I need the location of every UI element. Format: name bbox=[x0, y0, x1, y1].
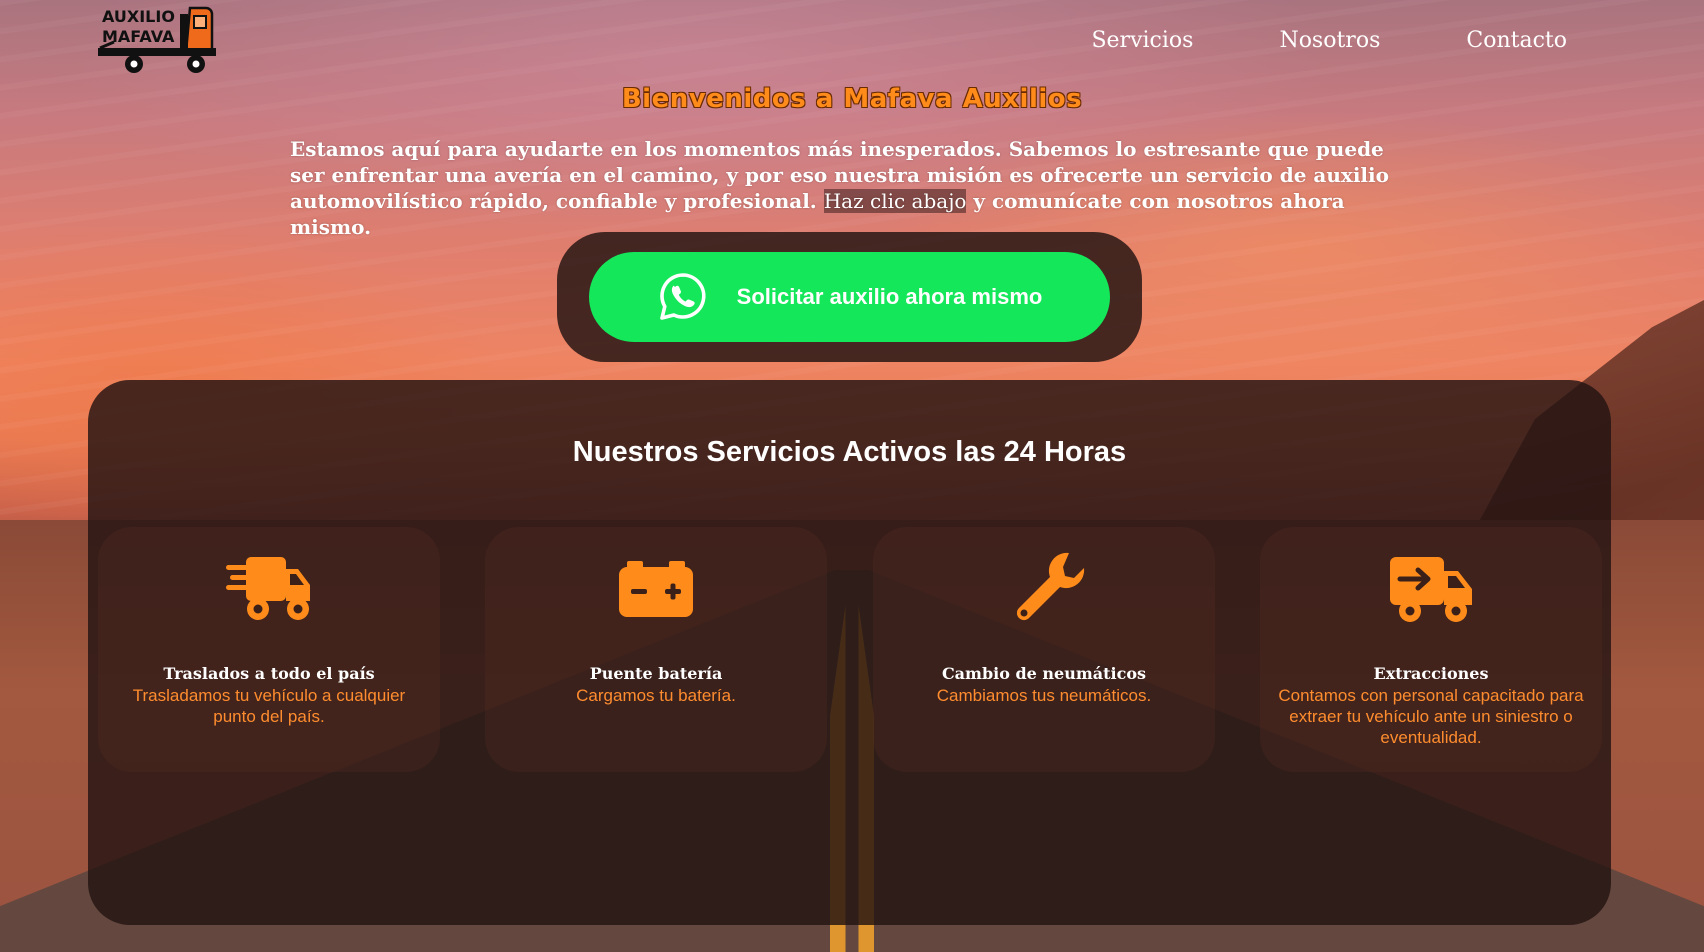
car-battery-icon bbox=[611, 547, 701, 627]
service-description: Trasladamos tu vehículo a cualquier punt… bbox=[132, 686, 406, 726]
hero-description: Estamos aquí para ayudarte en los moment… bbox=[290, 136, 1400, 240]
service-card-neumaticos: Cambio de neumáticos Cambiamos tus neumá… bbox=[873, 527, 1215, 772]
tow-truck-logo-icon: AUXILIO MAFAVA bbox=[98, 6, 216, 73]
cta-container: Solicitar auxilio ahora mismo bbox=[557, 232, 1142, 362]
hero-text-highlight: Haz clic abajo bbox=[823, 189, 967, 213]
service-description: Contamos con personal capacitado para ex… bbox=[1278, 686, 1584, 747]
whatsapp-cta-button[interactable]: Solicitar auxilio ahora mismo bbox=[589, 252, 1110, 342]
brand-logo[interactable]: AUXILIO MAFAVA bbox=[94, 4, 232, 80]
service-title: Extracciones bbox=[1373, 664, 1489, 683]
service-description: Cambiamos tus neumáticos. bbox=[936, 686, 1152, 705]
truck-fast-icon bbox=[224, 547, 314, 627]
nav-item-servicios[interactable]: Servicios bbox=[1091, 28, 1193, 53]
nav-item-contacto[interactable]: Contacto bbox=[1466, 28, 1567, 53]
services-cards: Traslados a todo el país Trasladamos tu … bbox=[98, 527, 1603, 772]
main-nav: Servicios Nosotros Contacto bbox=[1091, 28, 1567, 53]
hero-title: Bienvenidos a Mafava Auxilios bbox=[621, 84, 1083, 114]
svg-text:MAFAVA: MAFAVA bbox=[102, 27, 175, 46]
service-card-traslados: Traslados a todo el país Trasladamos tu … bbox=[98, 527, 440, 772]
service-card-puente-bateria: Puente batería Cargamos tu batería. bbox=[485, 527, 827, 772]
service-title: Traslados a todo el país bbox=[163, 664, 375, 683]
services-title: Nuestros Servicios Activos las 24 Horas bbox=[572, 436, 1127, 468]
wrench-icon bbox=[999, 547, 1089, 627]
service-title: Puente batería bbox=[589, 664, 723, 683]
svg-text:AUXILIO: AUXILIO bbox=[102, 7, 175, 26]
service-card-extracciones: Extracciones Contamos con personal capac… bbox=[1260, 527, 1602, 772]
service-title: Cambio de neumáticos bbox=[941, 664, 1147, 683]
whatsapp-icon bbox=[657, 271, 709, 323]
nav-item-nosotros[interactable]: Nosotros bbox=[1279, 28, 1380, 53]
cta-label: Solicitar auxilio ahora mismo bbox=[736, 284, 1043, 309]
truck-arrow-right-icon bbox=[1386, 547, 1476, 627]
services-panel: Nuestros Servicios Activos las 24 Horas bbox=[88, 380, 1611, 925]
service-description: Cargamos tu batería. bbox=[576, 686, 736, 705]
